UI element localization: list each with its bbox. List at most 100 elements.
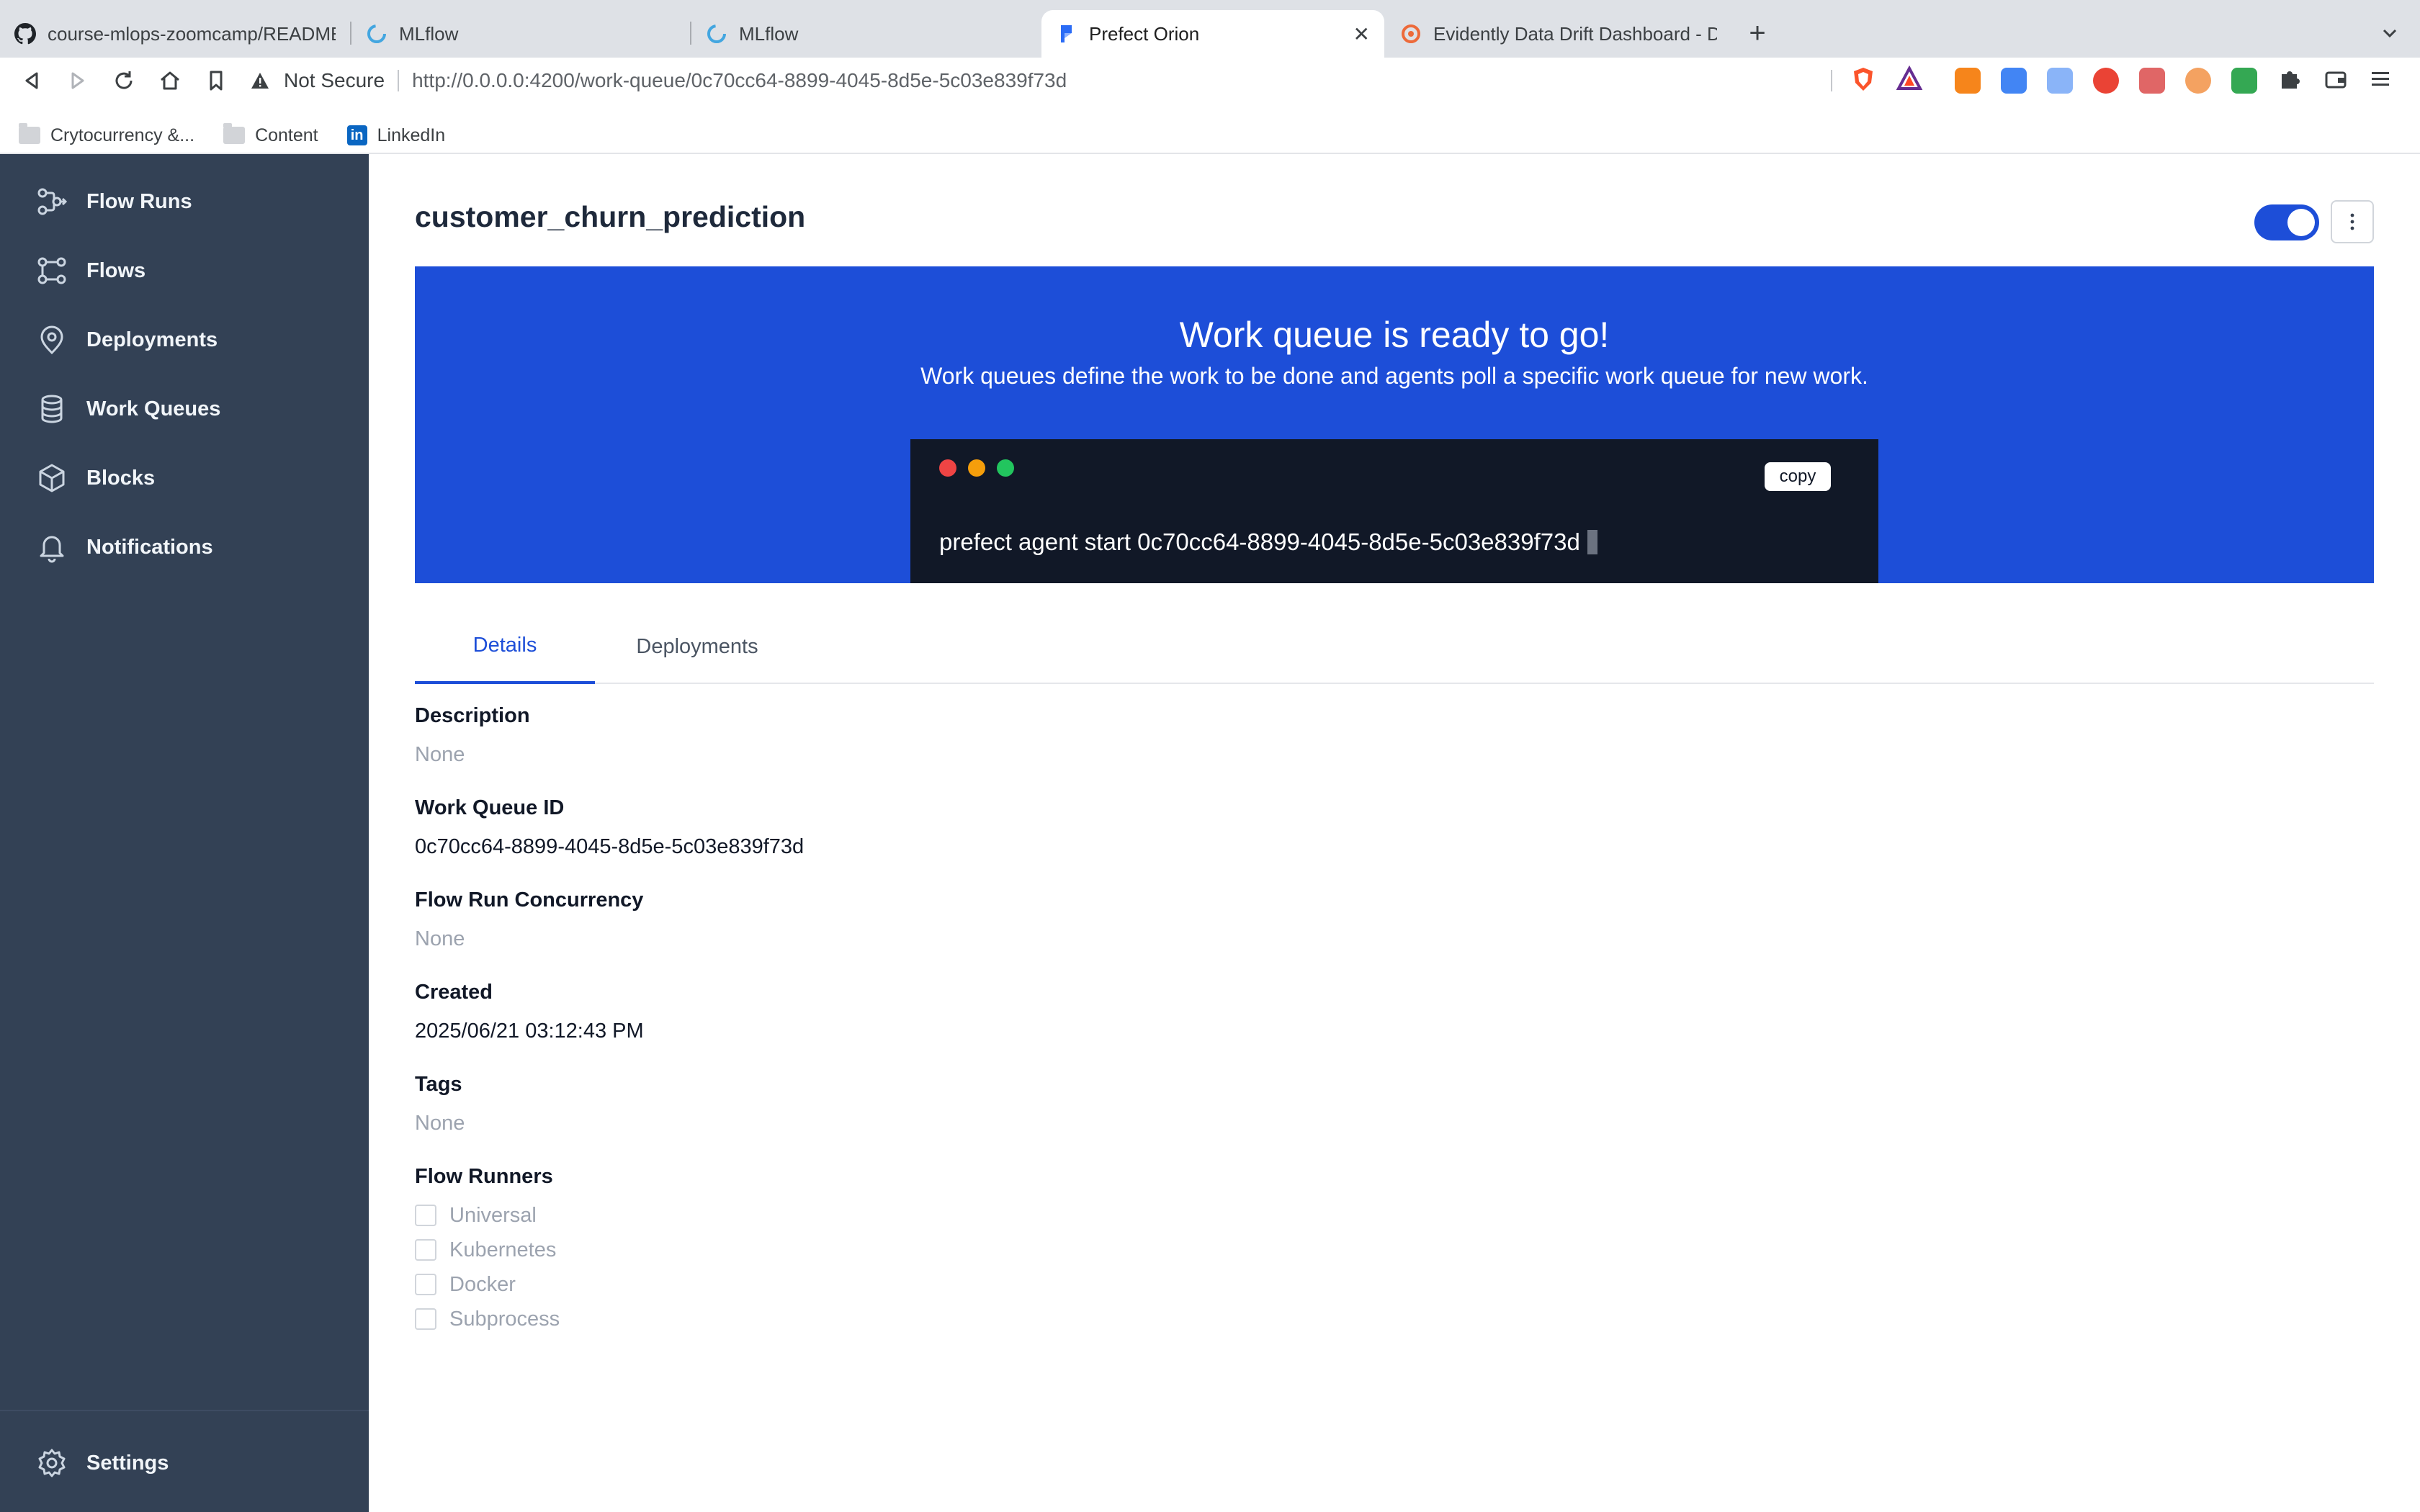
copy-button[interactable]: copy — [1765, 462, 1831, 491]
browser-tab-prefect[interactable]: Prefect Orion ✕ — [1041, 10, 1384, 58]
folder-icon — [19, 123, 40, 144]
security-label[interactable]: Not Secure — [284, 69, 385, 92]
bookmark-label: LinkedIn — [377, 125, 446, 145]
flow-runs-icon — [35, 184, 69, 219]
close-icon[interactable]: ✕ — [1353, 22, 1370, 46]
terminal-cursor — [1587, 530, 1597, 554]
extension-icon[interactable] — [2047, 68, 2073, 94]
puzzle-icon[interactable] — [2277, 67, 2302, 95]
runner-universal: Universal — [415, 1201, 537, 1230]
bookmark-icon[interactable] — [202, 66, 230, 95]
address-bar[interactable]: Not Secure http://0.0.0.0:4200/work-queu… — [249, 63, 1834, 98]
kebab-icon — [2350, 213, 2354, 230]
sidebar-item-flow-runs[interactable]: Flow Runs — [35, 180, 192, 223]
sidebar-item-label: Notifications — [86, 535, 213, 559]
sidebar-item-settings[interactable]: Settings — [35, 1441, 169, 1485]
browser-tab-mlflow-2[interactable]: MLflow — [691, 10, 1040, 58]
created-value: 2025/06/21 03:12:43 PM — [415, 1020, 644, 1043]
extension-icon[interactable] — [2185, 68, 2211, 94]
sidebar-item-flows[interactable]: Flows — [35, 249, 145, 292]
folder-icon — [223, 123, 246, 144]
url-text[interactable]: http://0.0.0.0:4200/work-queue/0c70cc64-… — [412, 69, 1067, 92]
browser-tab-github[interactable]: course-mlops-zoomcamp/README — [0, 10, 350, 58]
banner-subtitle: Work queues define the work to be done a… — [920, 363, 1868, 389]
extension-bar — [1831, 65, 2391, 96]
database-icon — [35, 392, 69, 426]
agent-command[interactable]: prefect agent start 0c70cc64-8899-4045-8… — [939, 528, 1597, 556]
sidebar-item-notifications[interactable]: Notifications — [35, 526, 213, 569]
queue-active-toggle[interactable] — [2254, 204, 2319, 240]
sidebar-item-label: Blocks — [86, 466, 156, 490]
wallet-icon[interactable] — [2323, 67, 2348, 95]
home-icon[interactable] — [156, 66, 184, 95]
menu-icon[interactable] — [2370, 67, 2391, 95]
browser-tab-strip: course-mlops-zoomcamp/README MLflow MLfl… — [0, 0, 2420, 58]
sidebar-item-work-queues[interactable]: Work Queues — [35, 387, 220, 431]
browser-tab-mlflow-1[interactable]: MLflow — [351, 10, 690, 58]
chevron-down-icon[interactable] — [2374, 17, 2406, 49]
terminal-yellow-dot — [968, 459, 985, 477]
toolbar-separator — [1831, 70, 1832, 91]
sidebar-item-label: Work Queues — [86, 397, 221, 420]
sidebar-item-blocks[interactable]: Blocks — [35, 456, 155, 500]
extension-icon[interactable] — [2231, 68, 2257, 94]
linkedin-icon: in — [346, 125, 367, 145]
more-options-button[interactable] — [2331, 200, 2374, 243]
created-label: Created — [415, 981, 493, 1004]
concurrency-value: None — [415, 927, 465, 950]
new-tab-button[interactable]: + — [1742, 17, 1773, 49]
description-label: Description — [415, 704, 530, 727]
shield-extension-icon[interactable] — [2139, 68, 2165, 94]
concurrency-label: Flow Run Concurrency — [415, 888, 644, 912]
banner-title: Work queue is ready to go! — [1179, 315, 1610, 355]
main-content: customer_churn_prediction Work queue is … — [369, 154, 2420, 1512]
mlflow-icon — [706, 23, 727, 45]
reload-icon[interactable] — [109, 66, 138, 95]
forward-icon[interactable] — [63, 66, 92, 95]
sidebar-item-deployments[interactable]: Deployments — [35, 318, 218, 361]
tab-title: Prefect Orion — [1089, 22, 1200, 45]
back-icon[interactable] — [17, 66, 46, 95]
tab-title: MLflow — [739, 22, 799, 45]
prefect-icon — [1056, 23, 1077, 45]
ready-banner: Work queue is ready to go! Work queues d… — [415, 266, 2374, 583]
warning-icon — [249, 70, 271, 91]
extension-icon[interactable] — [2093, 68, 2119, 94]
runner-subprocess: Subprocess — [415, 1305, 560, 1333]
tab-title: Evidently Data Drift Dashboard - Da — [1433, 22, 1717, 45]
bell-icon — [35, 530, 69, 564]
translate-icon[interactable] — [2001, 68, 2027, 94]
map-pin-icon — [35, 323, 69, 357]
page-tabs: Details Deployments — [415, 609, 2374, 684]
runner-checkbox — [415, 1205, 436, 1226]
bookmark-folder-content[interactable]: Content — [223, 123, 318, 146]
flow-runners-label: Flow Runners — [415, 1165, 553, 1188]
agent-command-text: prefect agent start 0c70cc64-8899-4045-8… — [939, 528, 1580, 555]
runner-checkbox — [415, 1239, 436, 1261]
cube-icon — [35, 461, 69, 495]
terminal-snippet: copy prefect agent start 0c70cc64-8899-4… — [910, 439, 1878, 583]
tab-deployments[interactable]: Deployments — [595, 609, 799, 684]
bookmark-linkedin[interactable]: in LinkedIn — [346, 125, 446, 146]
evidently-icon — [1400, 23, 1422, 45]
toggle-knob — [2287, 209, 2315, 236]
sidebar-item-label: Deployments — [86, 328, 218, 351]
bookmarks-bar: Crytocurrency &... Content in LinkedIn — [0, 118, 2420, 154]
runner-kubernetes: Kubernetes — [415, 1236, 556, 1264]
metamask-icon[interactable] — [1955, 68, 1981, 94]
gear-icon — [35, 1446, 69, 1480]
runner-checkbox — [415, 1274, 436, 1295]
browser-tab-evidently[interactable]: Evidently Data Drift Dashboard - Da — [1386, 10, 1731, 58]
tab-title: MLflow — [399, 22, 459, 45]
bookmark-folder-crypto[interactable]: Crytocurrency &... — [19, 123, 194, 146]
runner-label: Kubernetes — [449, 1238, 557, 1261]
tags-label: Tags — [415, 1073, 462, 1096]
brave-shields-icon[interactable] — [1850, 66, 1877, 96]
sidebar-divider — [0, 1410, 369, 1411]
runner-docker: Docker — [415, 1270, 516, 1299]
terminal-green-dot — [997, 459, 1014, 477]
brave-rewards-icon[interactable] — [1896, 65, 1923, 96]
tab-details[interactable]: Details — [415, 609, 595, 684]
tags-value: None — [415, 1112, 465, 1135]
github-icon — [14, 23, 36, 45]
